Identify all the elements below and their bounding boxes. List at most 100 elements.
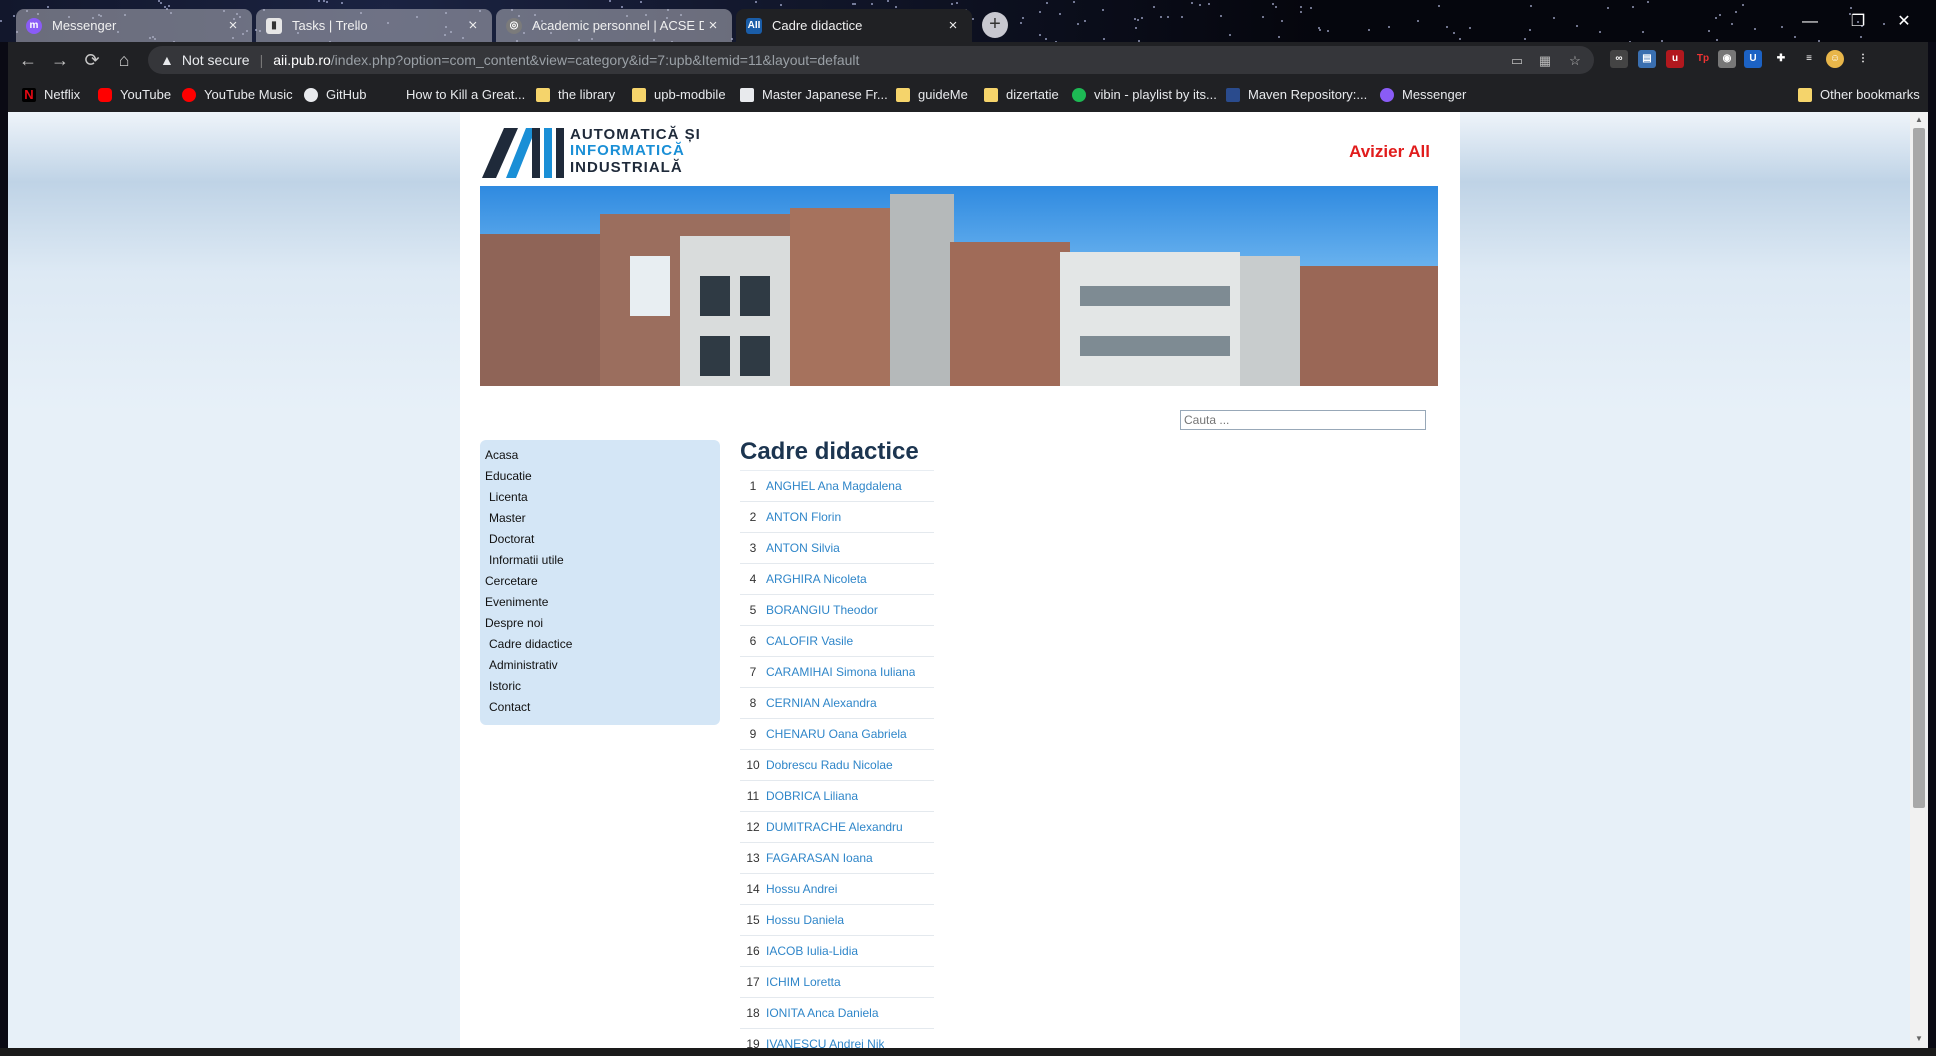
staff-name-link[interactable]: Hossu Daniela xyxy=(766,905,844,935)
back-button[interactable]: ← xyxy=(16,48,40,72)
avizier-link[interactable]: Avizier All xyxy=(1349,142,1430,162)
sidebar-item[interactable]: Despre noi xyxy=(480,613,720,634)
background-star xyxy=(1220,15,1222,17)
tab-messenger[interactable]: m Messenger × xyxy=(16,9,252,42)
scroll-up-arrow[interactable]: ▲ xyxy=(1914,115,1924,125)
scroll-down-arrow[interactable]: ▼ xyxy=(1914,1034,1924,1044)
sidebar-item[interactable]: Contact xyxy=(480,697,720,718)
cast-icon[interactable]: ▭ xyxy=(1508,52,1526,70)
row-number: 5 xyxy=(749,603,757,617)
staff-name-link[interactable]: IONITA Anca Daniela xyxy=(766,998,879,1028)
bookmark-star-icon[interactable]: ☆ xyxy=(1566,52,1584,70)
address-bar[interactable]: ▲ Not secure | aii.pub.ro /index.php?opt… xyxy=(148,46,1594,74)
staff-name-link[interactable]: FAGARASAN Ioana xyxy=(766,843,873,873)
bookmark-upb-modbile[interactable]: upb-modbile xyxy=(632,87,726,102)
bookmark-the-library[interactable]: the library xyxy=(536,87,615,102)
reading-list-icon[interactable]: ≡ xyxy=(1800,50,1818,68)
page-title: Cadre didactice xyxy=(740,438,919,465)
bookmark-master-japanese[interactable]: Master Japanese Fr... xyxy=(740,87,888,102)
bookmark-messenger[interactable]: Messenger xyxy=(1380,87,1466,102)
close-icon[interactable]: × xyxy=(464,17,482,34)
staff-name-link[interactable]: CALOFIR Vasile xyxy=(766,626,853,656)
close-icon[interactable]: × xyxy=(224,17,242,34)
background-star xyxy=(1529,29,1531,31)
background-star xyxy=(1553,17,1555,19)
close-icon[interactable]: × xyxy=(944,17,962,34)
staff-name-link[interactable]: Hossu Andrei xyxy=(766,874,837,904)
sidebar-item[interactable]: Informatii utile xyxy=(480,550,720,571)
avatar[interactable]: ☺ xyxy=(1826,50,1844,68)
background-star xyxy=(168,5,170,7)
close-icon[interactable]: × xyxy=(704,17,722,34)
bookmark-netflix[interactable]: N Netflix xyxy=(22,87,80,102)
background-star xyxy=(1327,30,1329,32)
sidebar-item[interactable]: Evenimente xyxy=(480,592,720,613)
sidebar-item[interactable]: Istoric xyxy=(480,676,720,697)
bookmark-guideme[interactable]: guideMe xyxy=(896,87,968,102)
menu-dots-icon[interactable]: ⋮ xyxy=(1854,50,1872,68)
search-input[interactable] xyxy=(1180,410,1426,430)
row-number: 19 xyxy=(746,1037,760,1048)
staff-name-link[interactable]: Dobrescu Radu Nicolae xyxy=(766,750,893,780)
maximize-button[interactable]: ❐ xyxy=(1838,8,1878,36)
sidebar-item[interactable]: Administrativ xyxy=(480,655,720,676)
bookmark-youtube-music[interactable]: YouTube Music xyxy=(182,87,293,102)
close-window-button[interactable]: ✕ xyxy=(1884,8,1924,36)
extension-ui-icon[interactable]: U xyxy=(1744,50,1762,68)
staff-name-link[interactable]: ICHIM Loretta xyxy=(766,967,841,997)
minimize-button[interactable]: — xyxy=(1790,8,1830,36)
puzzle-icon[interactable]: ✚ xyxy=(1772,50,1790,68)
staff-name-link[interactable]: CARAMIHAI Simona Iuliana xyxy=(766,657,915,687)
background-star xyxy=(1524,38,1526,40)
staff-name-link[interactable]: IVANESCU Andrei Nik xyxy=(766,1029,884,1048)
bookmark-github[interactable]: GitHub xyxy=(304,87,366,102)
tab-trello[interactable]: ▮ Tasks | Trello × xyxy=(256,9,492,42)
staff-name-link[interactable]: ANTON Silvia xyxy=(766,533,840,563)
staff-name-link[interactable]: ANGHEL Ana Magdalena xyxy=(766,471,902,501)
bookmark-youtube[interactable]: YouTube xyxy=(98,87,171,102)
sidebar-item[interactable]: Cadre didactice xyxy=(480,634,720,655)
extension-doc-icon[interactable]: ▤ xyxy=(1638,50,1656,68)
staff-name-link[interactable]: CERNIAN Alexandra xyxy=(766,688,877,718)
globe-icon: ◎ xyxy=(506,17,522,34)
sidebar-item[interactable]: Educatie xyxy=(480,466,720,487)
qr-code-icon[interactable]: ▦ xyxy=(1536,52,1554,70)
staff-name-link[interactable]: ANTON Florin xyxy=(766,502,841,532)
messenger-icon xyxy=(1380,87,1394,102)
background-star xyxy=(341,2,343,4)
tab-academic-personnel[interactable]: ◎ Academic personnel | ACSE Dep... × xyxy=(496,9,732,42)
sidebar-item[interactable]: Licenta xyxy=(480,487,720,508)
site-logo[interactable]: AUTOMATICĂ ȘI INFORMATICĂ INDUSTRIALĂ xyxy=(482,124,702,178)
staff-name-link[interactable]: BORANGIU Theodor xyxy=(766,595,878,625)
new-tab-button[interactable]: + xyxy=(982,12,1008,38)
ublock-icon[interactable]: u xyxy=(1666,50,1684,68)
extension-tp-icon[interactable]: Tp xyxy=(1694,50,1712,68)
table-row: 5 BORANGIU Theodor xyxy=(740,595,934,626)
page-scrollbar[interactable]: ▲ ▼ xyxy=(1910,112,1928,1048)
staff-name-link[interactable]: DOBRICA Liliana xyxy=(766,781,858,811)
staff-name-link[interactable]: IACOB Iulia-Lidia xyxy=(766,936,858,966)
staff-name-link[interactable]: DUMITRACHE Alexandru xyxy=(766,812,903,842)
sidebar-item[interactable]: Doctorat xyxy=(480,529,720,550)
bookmark-how-to-kill[interactable]: How to Kill a Great... xyxy=(406,87,525,102)
background-star xyxy=(640,1,642,3)
other-bookmarks[interactable]: Other bookmarks xyxy=(1798,87,1920,102)
extension-disk-icon[interactable]: ◉ xyxy=(1718,50,1736,68)
bookmark-dizertatie[interactable]: dizertatie xyxy=(984,87,1059,102)
row-number: 14 xyxy=(746,882,760,896)
staff-name-link[interactable]: ARGHIRA Nicoleta xyxy=(766,564,867,594)
browser-toolbar: ← → ⟳ ⌂ ▲ Not secure | aii.pub.ro /index… xyxy=(8,42,1928,78)
reload-button[interactable]: ⟳ xyxy=(80,48,104,72)
tab-cadre-didactice[interactable]: AII Cadre didactice × xyxy=(736,9,972,42)
forward-button[interactable]: → xyxy=(48,48,72,72)
folder-icon xyxy=(1798,87,1812,102)
scroll-thumb[interactable] xyxy=(1913,128,1925,808)
sidebar-item[interactable]: Master xyxy=(480,508,720,529)
bookmark-maven[interactable]: Maven Repository:... xyxy=(1226,87,1367,102)
home-button[interactable]: ⌂ xyxy=(112,48,136,72)
bookmark-vibin[interactable]: vibin - playlist by its... xyxy=(1072,87,1217,102)
sidebar-item[interactable]: Cercetare xyxy=(480,571,720,592)
sidebar-item[interactable]: Acasa xyxy=(480,445,720,466)
staff-name-link[interactable]: CHENARU Oana Gabriela xyxy=(766,719,907,749)
extension-glasses-icon[interactable]: ∞ xyxy=(1610,50,1628,68)
